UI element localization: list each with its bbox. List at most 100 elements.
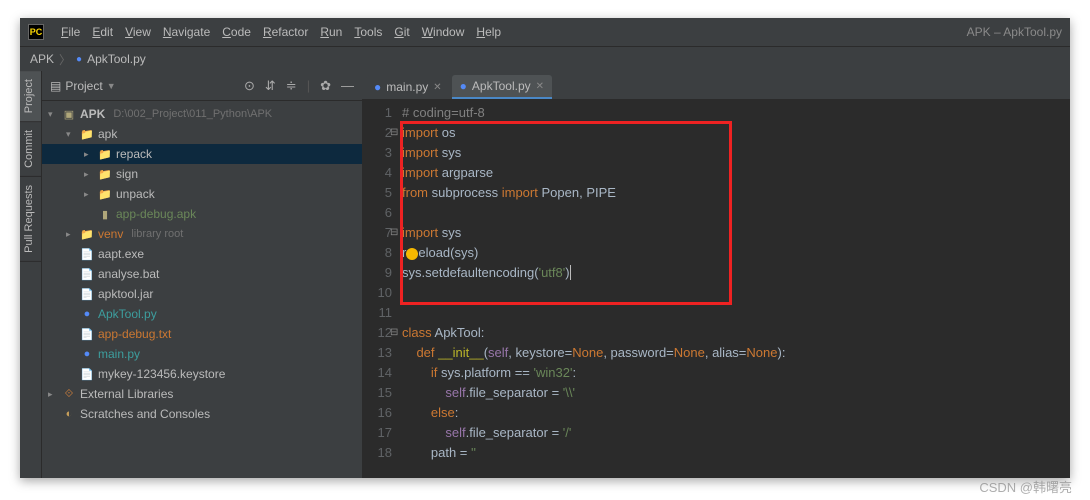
fold-icon[interactable]: ⊟ xyxy=(390,123,398,143)
tree-item-label: app-debug.apk xyxy=(116,207,196,221)
line-number: 12 xyxy=(362,323,392,343)
close-tab-icon[interactable]: ✕ xyxy=(433,82,441,93)
tree-item[interactable]: 📄apktool.jar xyxy=(42,284,362,304)
file-icon: ▮ xyxy=(98,208,112,221)
code-line[interactable]: else: xyxy=(402,403,1070,423)
close-tab-icon[interactable]: ✕ xyxy=(536,81,544,92)
tree-item[interactable]: 📄mykey-123456.keystore xyxy=(42,364,362,384)
tree-item[interactable]: ▸📁repack xyxy=(42,144,362,164)
line-number: 6 xyxy=(362,203,392,223)
menu-view[interactable]: View xyxy=(120,23,156,41)
tab-label: main.py xyxy=(386,80,428,94)
file-icon: 📄 xyxy=(80,268,94,281)
project-tree[interactable]: ▾ ▣ APK D:\002_Project\011_Python\APK ▾📁… xyxy=(42,101,362,478)
code-line[interactable] xyxy=(402,203,1070,223)
code-area[interactable]: # coding=utf-8⊟import osimport sysimport… xyxy=(402,99,1070,478)
menu-tools[interactable]: Tools xyxy=(349,23,387,41)
dropdown-icon[interactable]: ▼ xyxy=(107,81,116,91)
collapse-all-icon[interactable]: ≑ xyxy=(286,78,297,94)
expand-all-icon[interactable]: ⇵ xyxy=(265,78,276,94)
code-line[interactable]: path = '' xyxy=(402,443,1070,463)
line-number: 18 xyxy=(362,443,392,463)
menu-git[interactable]: Git xyxy=(389,23,414,41)
line-number: 15 xyxy=(362,383,392,403)
tree-item[interactable]: 📄 analyse.bat xyxy=(42,264,362,284)
code-line[interactable]: from subprocess import Popen, PIPE xyxy=(402,183,1070,203)
editor-area: ●main.py✕●ApkTool.py✕ 123456789101112131… xyxy=(362,71,1070,478)
tree-item[interactable]: ▮ app-debug.apk xyxy=(42,204,362,224)
hide-icon[interactable]: — xyxy=(341,78,354,94)
select-opened-icon[interactable]: ⊙ xyxy=(244,78,255,94)
code-line[interactable]: import argparse xyxy=(402,163,1070,183)
file-icon: 📄 xyxy=(80,248,94,261)
tree-root-path: D:\002_Project\011_Python\APK xyxy=(113,108,272,120)
tree-item[interactable]: ▸📁unpack xyxy=(42,184,362,204)
tree-item[interactable]: 📄aapt.exe xyxy=(42,244,362,264)
code-line[interactable]: # coding=utf-8 xyxy=(402,103,1070,123)
editor-body[interactable]: 123456789101112131415161718 # coding=utf… xyxy=(362,99,1070,478)
line-number: 14 xyxy=(362,363,392,383)
breadcrumb-separator-icon: 〉 xyxy=(59,51,71,68)
breadcrumb-root[interactable]: APK xyxy=(30,52,54,66)
tree-item-label: analyse.bat xyxy=(98,267,159,281)
python-file-icon: ● xyxy=(76,54,82,65)
arrow-icon: ▾ xyxy=(66,129,76,140)
side-tab-commit[interactable]: Commit xyxy=(20,122,41,177)
line-number: 17 xyxy=(362,423,392,443)
tree-item[interactable]: ●main.py xyxy=(42,344,362,364)
tree-item-label: mykey-123456.keystore xyxy=(98,367,225,381)
menu-file[interactable]: File xyxy=(56,23,85,41)
code-line[interactable]: def __init__(self, keystore=None, passwo… xyxy=(402,343,1070,363)
tree-item-label: apktool.jar xyxy=(98,287,153,301)
editor-tab[interactable]: ●ApkTool.py✕ xyxy=(452,75,552,99)
titlebar: PC FileEditViewNavigateCodeRefactorRunTo… xyxy=(20,18,1070,46)
editor-tabs: ●main.py✕●ApkTool.py✕ xyxy=(362,71,1070,99)
tree-item[interactable]: ▾📁apk xyxy=(42,124,362,144)
code-line[interactable]: if sys.platform == 'win32': xyxy=(402,363,1070,383)
tree-root-name: APK xyxy=(80,107,105,121)
menu-window[interactable]: Window xyxy=(417,23,470,41)
tree-item[interactable]: ▸📁venvlibrary root xyxy=(42,224,362,244)
code-line[interactable]: self.file_separator = '\\' xyxy=(402,383,1070,403)
tree-item-label: repack xyxy=(116,147,152,161)
tree-item-label: unpack xyxy=(116,187,155,201)
project-label[interactable]: Project xyxy=(65,79,102,93)
code-line[interactable]: ⊟import os xyxy=(402,123,1070,143)
arrow-icon: ▸ xyxy=(84,189,94,200)
code-line[interactable]: sys.setdefaultencoding('utf8') xyxy=(402,263,1070,283)
external-libraries[interactable]: ▸ ⟐ External Libraries xyxy=(42,384,362,404)
code-line[interactable]: ⊟class ApkTool: xyxy=(402,323,1070,343)
line-number: 9 xyxy=(362,263,392,283)
code-line[interactable]: ⊟import sys xyxy=(402,223,1070,243)
tree-item[interactable]: ▸📁sign xyxy=(42,164,362,184)
line-number: 8 xyxy=(362,243,392,263)
menu-navigate[interactable]: Navigate xyxy=(158,23,215,41)
lib-icon: ⟐ xyxy=(62,388,76,401)
code-line[interactable]: reload(sys) xyxy=(402,243,1070,263)
side-tab-pull-requests[interactable]: Pull Requests xyxy=(20,177,41,262)
tree-item[interactable]: 📄app-debug.txt xyxy=(42,324,362,344)
menu-run[interactable]: Run xyxy=(315,23,347,41)
menu-refactor[interactable]: Refactor xyxy=(258,23,313,41)
editor-tab[interactable]: ●main.py✕ xyxy=(366,75,450,99)
tree-item[interactable]: ●ApkTool.py xyxy=(42,304,362,324)
fold-icon[interactable]: ⊟ xyxy=(390,323,398,343)
file-icon: 📄 xyxy=(80,328,94,341)
line-number: 13 xyxy=(362,343,392,363)
menu-help[interactable]: Help xyxy=(471,23,506,41)
tree-item-label: apk xyxy=(98,127,117,141)
intention-bulb-icon[interactable] xyxy=(406,248,418,260)
settings-icon[interactable]: ✿ xyxy=(320,78,331,94)
tree-root[interactable]: ▾ ▣ APK D:\002_Project\011_Python\APK xyxy=(42,104,362,124)
fold-icon[interactable]: ⊟ xyxy=(390,223,398,243)
app-logo: PC xyxy=(28,24,44,40)
breadcrumb-file[interactable]: ApkTool.py xyxy=(87,52,146,66)
side-tab-project[interactable]: Project xyxy=(20,71,41,122)
code-line[interactable]: import sys xyxy=(402,143,1070,163)
code-line[interactable] xyxy=(402,303,1070,323)
menu-edit[interactable]: Edit xyxy=(87,23,118,41)
menu-code[interactable]: Code xyxy=(217,23,256,41)
code-line[interactable] xyxy=(402,283,1070,303)
code-line[interactable]: self.file_separator = '/' xyxy=(402,423,1070,443)
scratches-consoles[interactable]: ◐ Scratches and Consoles xyxy=(42,404,362,424)
